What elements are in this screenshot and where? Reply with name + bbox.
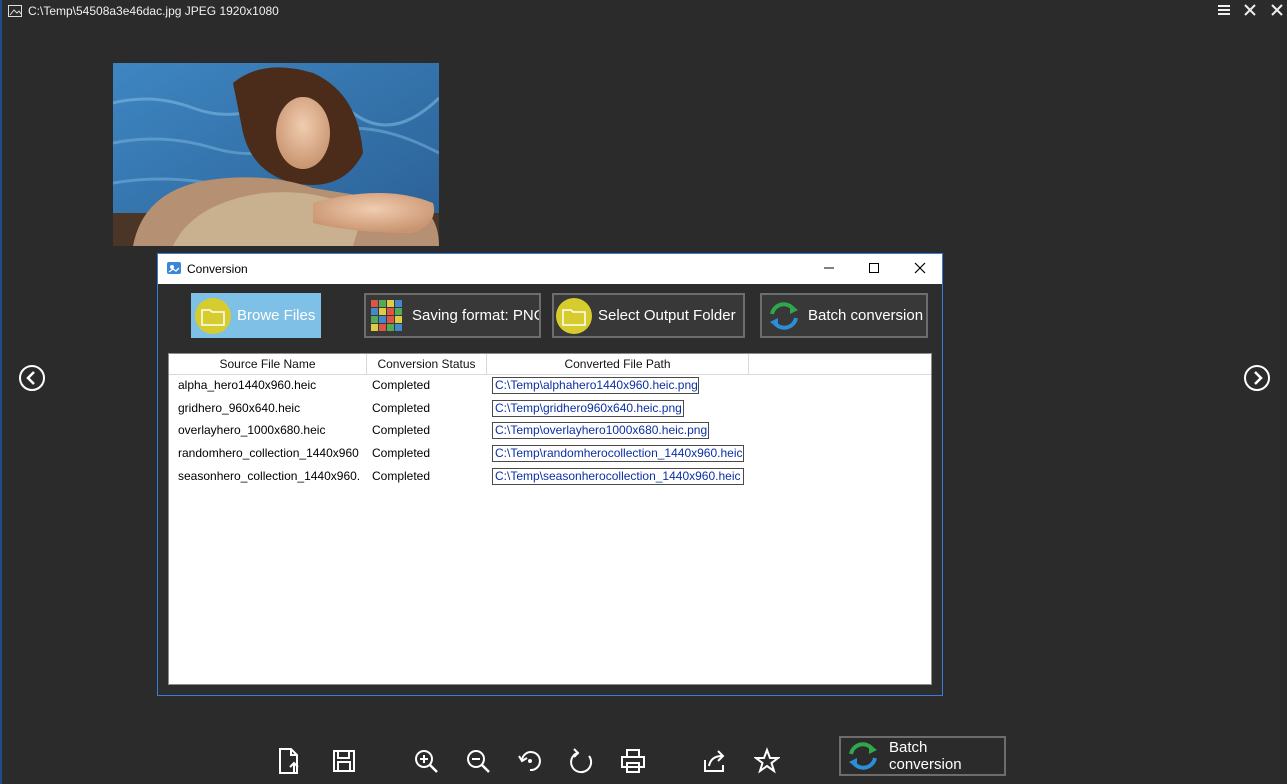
dialog-titlebar[interactable]: Conversion <box>158 254 942 284</box>
conversion-status: Completed <box>372 446 431 460</box>
open-file-icon[interactable] <box>276 746 302 776</box>
source-file-name: alpha_hero1440x960.heic <box>178 378 317 392</box>
conversion-status: Completed <box>372 469 431 483</box>
column-header-status[interactable]: Conversion Status <box>367 354 487 375</box>
window-titlebar: C:\Temp\54508a3e46dac.jpg JPEG 1920x1080 <box>8 2 279 20</box>
converted-file-path[interactable]: C:\Temp\gridhero960x640.heic.png <box>492 400 684 417</box>
saving-format-button[interactable]: Saving format: PNG <box>364 293 541 338</box>
source-file-name: overlayhero_1000x680.heic <box>178 423 326 437</box>
save-icon[interactable] <box>331 746 357 776</box>
conversion-status: Completed <box>372 423 431 437</box>
refresh-icon <box>849 742 877 770</box>
converted-file-path[interactable]: C:\Temp\seasonherocollection_1440x960.he… <box>492 468 744 485</box>
close-icon[interactable] <box>1270 2 1284 18</box>
converted-file-path[interactable]: C:\Temp\randomherocollection_1440x960.he… <box>492 445 744 462</box>
minimize-icon[interactable] <box>1243 2 1257 18</box>
print-icon[interactable] <box>620 746 646 776</box>
favorite-icon[interactable] <box>754 746 780 776</box>
conversion-status: Completed <box>372 401 431 415</box>
batch-conversion-label: Batch conversion <box>889 739 962 773</box>
converted-file-path[interactable]: C:\Temp\alphahero1440x960.heic.png <box>492 377 699 394</box>
image-file-icon <box>8 5 22 17</box>
column-header-source[interactable]: Source File Name <box>169 354 367 375</box>
previous-image-icon[interactable] <box>18 364 46 392</box>
rotate-left-icon[interactable] <box>517 746 543 776</box>
select-output-folder-label: Select Output Folder <box>598 307 736 324</box>
close-icon[interactable] <box>912 260 928 276</box>
refresh-icon <box>770 301 798 330</box>
browse-files-button[interactable]: Browe Files <box>191 293 321 338</box>
folder-icon <box>556 297 592 334</box>
select-output-folder-button[interactable]: Select Output Folder <box>552 293 745 338</box>
converted-file-path[interactable]: C:\Temp\overlayhero1000x680.heic.png <box>492 422 709 439</box>
conversion-dialog: Conversion Browe Files Saving format: PN… <box>157 253 943 696</box>
format-grid-icon <box>371 299 402 331</box>
window-left-edge <box>0 0 2 784</box>
window-title: C:\Temp\54508a3e46dac.jpg JPEG 1920x1080 <box>28 4 279 18</box>
conversion-table: Source File Name Conversion Status Conve… <box>168 353 932 685</box>
column-header-empty <box>749 354 931 375</box>
column-header-path[interactable]: Converted File Path <box>487 354 749 375</box>
batch-conversion-label: Batch conversion <box>808 307 924 324</box>
minimize-icon[interactable] <box>821 260 837 276</box>
app-icon <box>167 262 181 274</box>
batch-conversion-button[interactable]: Batch conversion <box>760 293 928 338</box>
saving-format-label: Saving format: PNG <box>412 307 541 324</box>
hamburger-menu-icon[interactable] <box>1217 2 1231 18</box>
next-image-icon[interactable] <box>1243 364 1271 392</box>
source-file-name: gridhero_960x640.heic <box>178 401 301 415</box>
batch-conversion-button[interactable]: Batch conversion <box>839 736 1006 776</box>
conversion-status: Completed <box>372 378 431 392</box>
browse-files-label: Browe Files <box>237 307 316 324</box>
zoom-out-icon[interactable] <box>465 746 491 776</box>
displayed-photo <box>113 63 439 246</box>
dialog-title: Conversion <box>187 262 248 276</box>
source-file-name: randomhero_collection_1440x960 <box>178 446 359 460</box>
rotate-right-icon[interactable] <box>569 746 595 776</box>
folder-icon <box>195 297 231 334</box>
share-icon[interactable] <box>702 746 728 776</box>
maximize-icon[interactable] <box>866 260 882 276</box>
zoom-in-icon[interactable] <box>413 746 439 776</box>
source-file-name: seasonhero_collection_1440x960. <box>178 469 361 483</box>
